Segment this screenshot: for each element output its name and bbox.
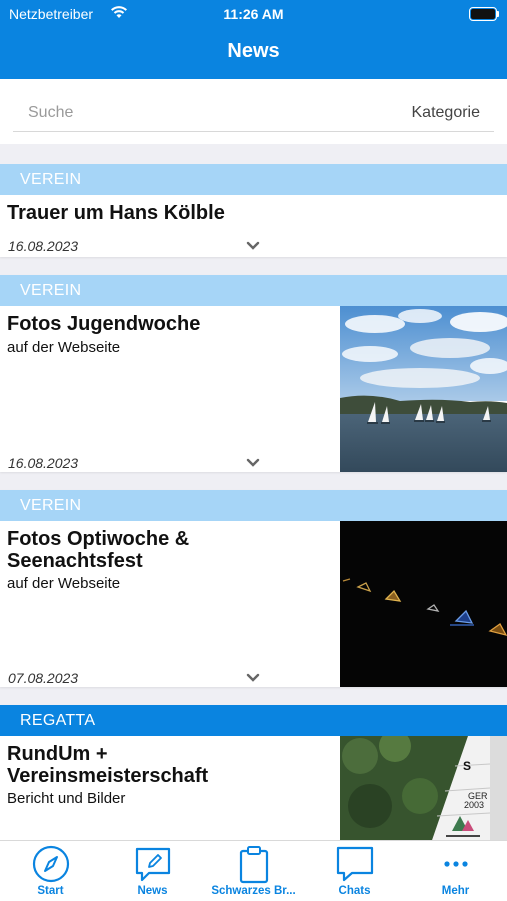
news-subtitle: auf der Webseite <box>7 575 121 592</box>
tab-mehr[interactable]: Mehr <box>405 841 506 901</box>
news-edit-icon <box>135 847 171 882</box>
chevron-down-icon[interactable] <box>246 241 260 251</box>
more-dots-icon <box>444 861 468 867</box>
search-bar: Kategorie <box>0 79 507 144</box>
category-header: VEREIN <box>0 490 507 521</box>
tab-bar: Start News Schwarzes Br... Chats Mehr <box>0 840 507 901</box>
news-title: Fotos Jugendwoche <box>7 313 201 335</box>
tab-label: News <box>137 885 168 897</box>
news-title: Trauer um Hans Kölble <box>7 202 225 224</box>
chevron-down-icon[interactable] <box>246 458 260 468</box>
svg-text:2003: 2003 <box>464 800 484 810</box>
status-bar: Netzbetreiber 11:26 AM <box>0 0 507 30</box>
night-lights-photo <box>340 521 507 687</box>
news-title: Fotos Optiwoche & Seenachtsfest <box>7 528 190 572</box>
tab-label: Mehr <box>441 885 470 897</box>
tab-label: Start <box>37 885 64 897</box>
sailing-lake-photo <box>340 306 507 472</box>
news-subtitle: auf der Webseite <box>7 339 121 356</box>
search-input[interactable] <box>13 99 328 127</box>
news-list[interactable]: VEREIN Trauer um Hans Kölble 16.08.2023 … <box>0 164 507 840</box>
chat-bubble-icon <box>336 846 374 882</box>
battery-icon <box>469 7 499 21</box>
tab-label: Schwarzes Br... <box>211 885 296 897</box>
news-card[interactable]: REGATTA RundUm + Vereinsmeisterschaft Be… <box>0 705 507 840</box>
tab-schwarzes-brett[interactable]: Schwarzes Br... <box>203 841 304 901</box>
tab-label: Chats <box>338 885 371 897</box>
sail-closeup-photo: S GER 2003 <box>340 736 507 840</box>
svg-text:S: S <box>463 759 471 773</box>
tab-news[interactable]: News <box>102 841 203 901</box>
news-title: RundUm + Vereinsmeisterschaft <box>7 743 209 787</box>
category-header: VEREIN <box>0 164 507 195</box>
news-date: 07.08.2023 <box>8 670 79 686</box>
news-subtitle: Bericht und Bilder <box>7 790 126 807</box>
compass-icon <box>32 845 70 883</box>
top-bar: Netzbetreiber 11:26 AM News <box>0 0 507 79</box>
tab-start[interactable]: Start <box>0 841 101 901</box>
clipboard-icon <box>239 846 269 884</box>
page-title: News <box>227 40 280 62</box>
chevron-down-icon[interactable] <box>246 673 260 683</box>
news-date: 16.08.2023 <box>8 238 79 254</box>
news-card[interactable]: VEREIN Fotos Optiwoche & Seenachtsfest a… <box>0 490 507 687</box>
category-filter-button[interactable]: Kategorie <box>412 104 481 122</box>
news-card[interactable]: VEREIN Fotos Jugendwoche auf der Webseit… <box>0 275 507 472</box>
category-header: VEREIN <box>0 275 507 306</box>
news-date: 16.08.2023 <box>8 455 79 471</box>
clock: 11:26 AM <box>223 6 284 22</box>
news-card[interactable]: VEREIN Trauer um Hans Kölble 16.08.2023 <box>0 164 507 257</box>
search-underline <box>13 131 494 132</box>
category-header: REGATTA <box>0 705 507 736</box>
tab-chats[interactable]: Chats <box>304 841 405 901</box>
